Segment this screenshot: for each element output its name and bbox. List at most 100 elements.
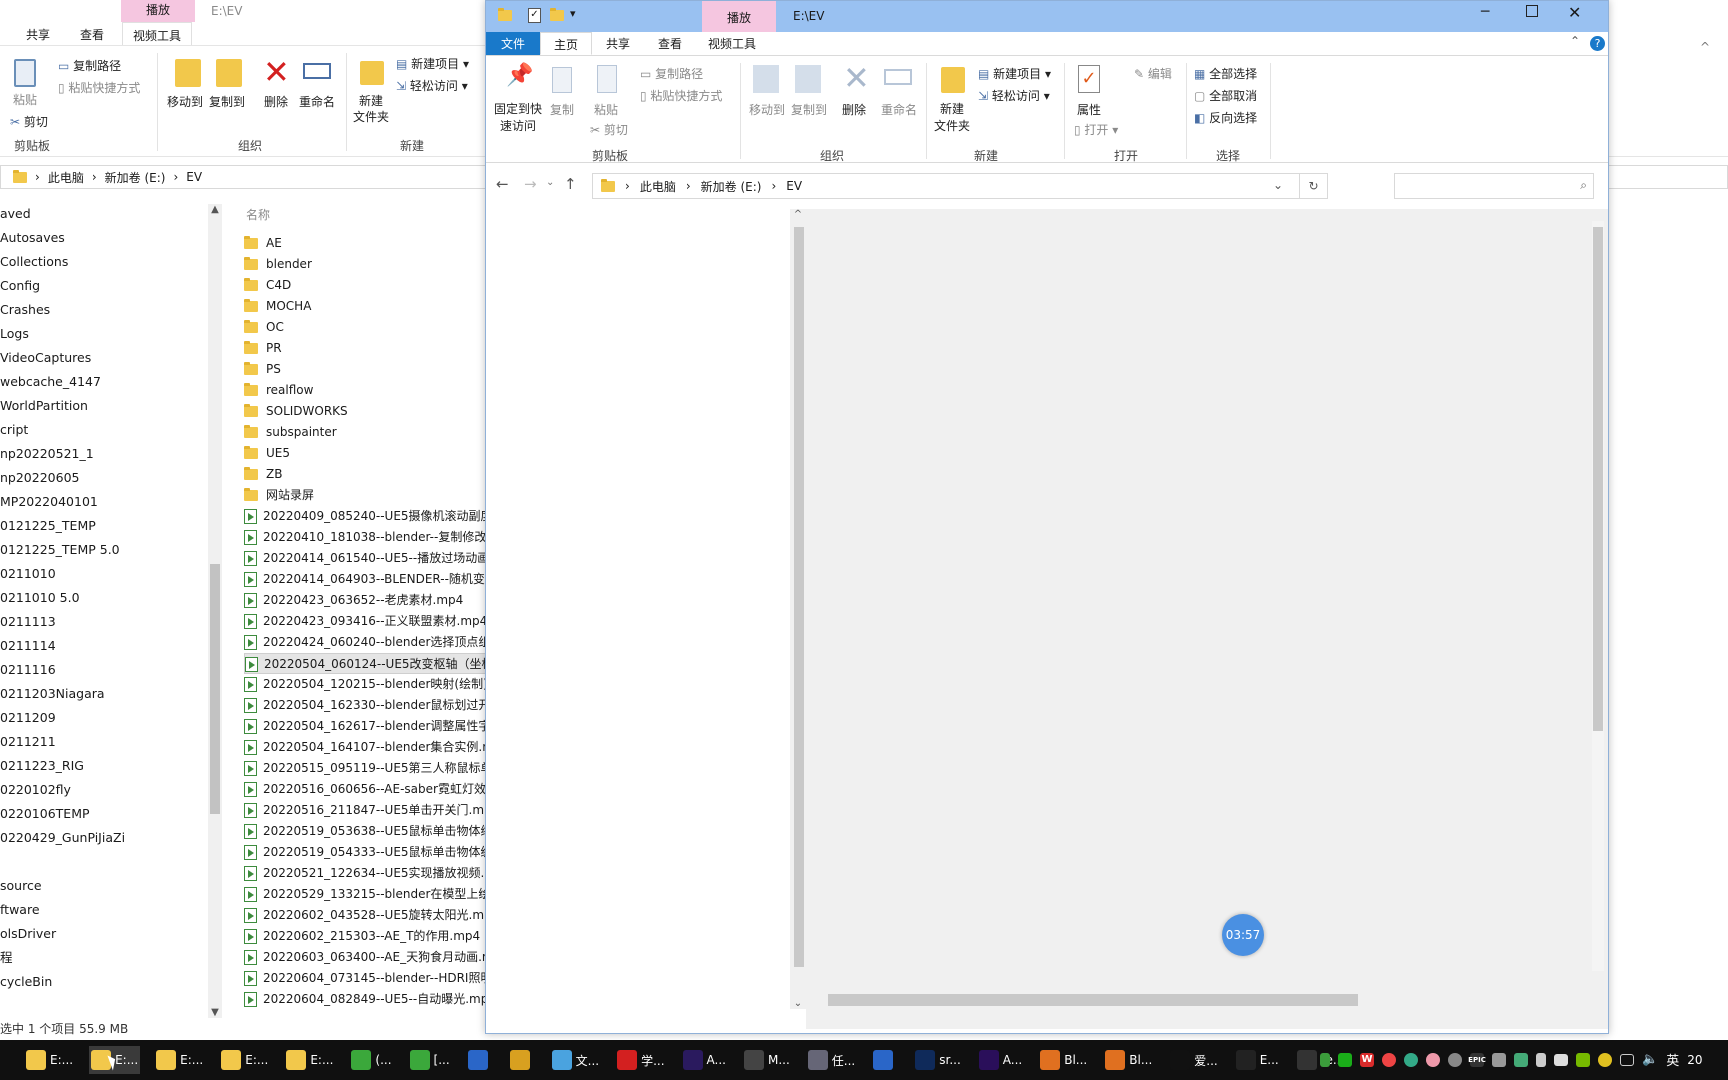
nav-tree-item[interactable]: 0211010 <box>0 562 210 586</box>
list-item[interactable]: 20220529_133215--blender在模型上绘 <box>244 884 490 905</box>
nav-tree-item[interactable]: 0220429_GunPiJiaZi <box>0 826 210 850</box>
list-item[interactable]: 20220504_162617--blender调整属性字 <box>244 716 490 737</box>
rename-button[interactable]: 重命名 <box>878 101 920 118</box>
nav-tree-item[interactable]: Collections <box>0 250 210 274</box>
paste-button[interactable]: 粘贴 <box>590 101 622 118</box>
taskbar-button[interactable]: M... <box>742 1046 792 1074</box>
nav-tree-item[interactable]: source <box>0 874 210 898</box>
new-folder-button[interactable]: 新建 文件夹 <box>930 101 974 135</box>
tab-view[interactable]: 查看 <box>50 22 104 45</box>
back-button[interactable]: ← <box>496 175 509 193</box>
nav-tree-item[interactable]: 0211211 <box>0 730 210 754</box>
scroll-down-arrow-icon[interactable]: ⌄ <box>790 998 806 1009</box>
taskbar-button[interactable]: E:... <box>284 1046 335 1074</box>
taskbar-button[interactable]: E:... <box>154 1046 205 1074</box>
scroll-up-arrow-icon[interactable]: ▲ <box>208 204 222 215</box>
new-item-button[interactable]: ▤ 新建项目 ▾ <box>396 55 469 72</box>
tray-wechat-icon[interactable] <box>1338 1052 1352 1067</box>
nav-tree-item[interactable]: 0121225_TEMP <box>0 514 210 538</box>
list-item[interactable]: 20220423_093416--正义联盟素材.mp4 <box>244 611 490 632</box>
list-item[interactable]: 20220519_054333--UE5鼠标单击物体缓 <box>244 842 490 863</box>
breadcrumb-drive[interactable]: 新加卷 (E:) <box>701 178 762 195</box>
list-item[interactable]: 20220515_095119--UE5第三人称鼠标单 <box>244 758 490 779</box>
help-icon[interactable]: ? <box>1590 36 1605 51</box>
close-button[interactable]: ✕ <box>1568 3 1581 22</box>
list-item[interactable]: PS <box>244 359 490 380</box>
list-item[interactable]: UE5 <box>244 443 490 464</box>
cut-button[interactable]: ✂ 剪切 <box>590 121 628 138</box>
list-item[interactable]: AE <box>244 233 490 254</box>
paste-shortcut-button[interactable]: ▯ 粘贴快捷方式 <box>58 79 140 96</box>
nav-tree-item[interactable]: VideoCaptures <box>0 346 210 370</box>
breadcrumb-this-pc[interactable]: 此电脑 <box>48 169 84 186</box>
qat-new-folder-icon[interactable] <box>550 8 564 21</box>
search-input[interactable] <box>1399 175 1559 197</box>
taskbar-button[interactable]: E... <box>1234 1046 1281 1074</box>
list-item[interactable]: blender <box>244 254 490 275</box>
list-item[interactable]: 20220504_162330--blender鼠标划过开 <box>244 695 490 716</box>
nav-tree-item[interactable]: np20220521_1 <box>0 442 210 466</box>
list-item[interactable]: 20220424_060240--blender选择顶点组 <box>244 632 490 653</box>
qat-dropdown-icon[interactable]: ▾ <box>570 7 576 20</box>
recent-locations-icon[interactable]: ⌄ <box>546 177 554 188</box>
nav-tree-item[interactable] <box>0 850 210 874</box>
nav-tree-item[interactable]: 0211203Niagara <box>0 682 210 706</box>
tray-app-icon[interactable] <box>1426 1052 1440 1067</box>
tray-app-icon[interactable] <box>1536 1052 1546 1067</box>
tray-app-icon[interactable] <box>1514 1052 1528 1067</box>
taskbar-button[interactable]: E:... <box>219 1046 270 1074</box>
taskbar-button[interactable]: 学... <box>615 1046 666 1074</box>
tab-video-tools[interactable]: 视频工具 <box>122 22 193 45</box>
column-header-name[interactable]: 名称 <box>246 206 270 223</box>
taskbar-button[interactable]: E:... <box>24 1046 75 1074</box>
nav-tree-item[interactable]: 程 <box>0 946 210 970</box>
list-item[interactable]: 20220423_063652--老虎素材.mp4 <box>244 590 490 611</box>
list-item[interactable]: 20220516_060656--AE-saber霓虹灯效果 <box>244 779 490 800</box>
delete-button[interactable]: 删除 <box>836 101 872 118</box>
scroll-down-arrow-icon[interactable]: ▼ <box>208 1007 222 1018</box>
list-item[interactable]: 20220410_181038--blender--复制修改 <box>244 527 490 548</box>
recording-timer[interactable]: 03:57 <box>1222 914 1264 956</box>
tab-share[interactable]: 共享 <box>0 22 50 45</box>
content-vscroll-thumb[interactable] <box>1593 227 1603 731</box>
list-item[interactable]: subspainter <box>244 422 490 443</box>
nav-tree-item[interactable]: 0220102fly <box>0 778 210 802</box>
nav-pane-scroll-thumb[interactable] <box>794 227 804 967</box>
bg-address-bar[interactable]: › 此电脑 › 新加卷 (E:) › EV <box>0 165 490 189</box>
address-dropdown-icon[interactable]: ⌄ <box>1273 178 1283 192</box>
new-item-button[interactable]: ▤ 新建项目 ▾ <box>978 65 1051 82</box>
list-item[interactable]: 20220602_043528--UE5旋转太阳光.mp <box>244 905 490 926</box>
list-item[interactable]: 20220521_122634--UE5实现播放视频.m <box>244 863 490 884</box>
breadcrumb-ev[interactable]: EV <box>786 179 802 193</box>
list-item[interactable]: PR <box>244 338 490 359</box>
nav-pane-scrollbar[interactable]: ^ ⌄ <box>790 209 806 1009</box>
taskbar-button[interactable]: Bl... <box>1038 1046 1089 1074</box>
pin-quick-access-button[interactable]: 固定到快 速访问 <box>490 101 546 135</box>
scroll-up-arrow-icon[interactable]: ^ <box>790 209 806 220</box>
copy-button[interactable]: 复制 <box>546 101 578 118</box>
qat-properties-icon[interactable]: ✓ <box>528 8 541 23</box>
move-to-button[interactable]: 移动到 <box>162 93 208 110</box>
list-item[interactable]: 20220516_211847--UE5单击开关门.mp <box>244 800 490 821</box>
list-item[interactable]: 20220504_120215--blender映射(绘制) <box>244 674 490 695</box>
list-item[interactable]: 20220604_073145--blender--HDRI照明 <box>244 968 490 989</box>
breadcrumb-drive[interactable]: 新加卷 (E:) <box>105 169 166 186</box>
tray-nvidia-icon[interactable] <box>1576 1052 1590 1067</box>
copy-path-button[interactable]: ▭ 复制路径 <box>640 65 703 82</box>
invert-selection-button[interactable]: ◧ 反向选择 <box>1194 109 1257 126</box>
nav-tree-item[interactable]: Logs <box>0 322 210 346</box>
move-to-button[interactable]: 移动到 <box>744 101 790 118</box>
easy-access-button[interactable]: ⇲ 轻松访问 ▾ <box>396 77 468 94</box>
list-item[interactable]: 20220603_063400--AE_天狗食月动画.m <box>244 947 490 968</box>
clock[interactable]: 20 <box>1687 1053 1702 1067</box>
taskbar-button[interactable]: sr... <box>913 1046 963 1074</box>
nav-tree-item[interactable]: np20220605 <box>0 466 210 490</box>
tab-view[interactable]: 查看 <box>644 32 696 55</box>
tray-app-icon[interactable] <box>1598 1052 1612 1067</box>
copy-path-button[interactable]: ▭ 复制路径 <box>58 57 121 74</box>
rename-button[interactable]: 重命名 <box>296 93 338 110</box>
open-button[interactable]: ▯ 打开 ▾ <box>1074 121 1118 138</box>
copy-to-button[interactable]: 复制到 <box>786 101 832 118</box>
list-item[interactable]: OC <box>244 317 490 338</box>
nav-tree-item[interactable]: Config <box>0 274 210 298</box>
